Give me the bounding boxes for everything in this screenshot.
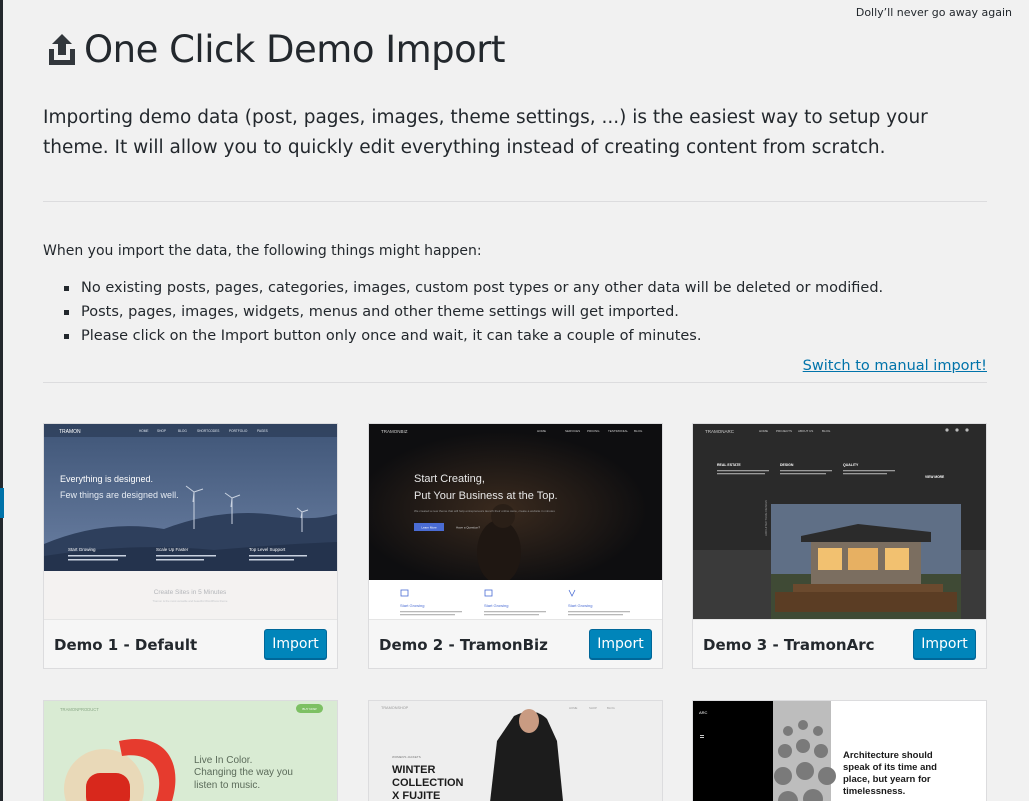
svg-text:REAL ESTATE: REAL ESTATE (717, 463, 741, 467)
demo-preview-6[interactable]: ARC Architecture should speak of its tim… (693, 701, 986, 801)
page-title-row: One Click Demo Import (48, 28, 506, 71)
svg-text:BLOG: BLOG (178, 429, 187, 433)
svg-text:HOME: HOME (759, 429, 768, 433)
svg-text:PAGES: PAGES (257, 429, 268, 433)
svg-text:Few things are designed well.: Few things are designed well. (60, 490, 179, 500)
svg-text:X FUJITE: X FUJITE (392, 790, 440, 801)
svg-text:Start Growing: Start Growing (68, 547, 96, 552)
demo-card-footer: Demo 2 - TramonBiz Import (369, 619, 662, 668)
hello-dolly-text: Dolly’ll never go away again (855, 6, 1012, 19)
list-item: Please click on the Import button only o… (64, 324, 883, 348)
demo-card-2: TRAMONBIZ HOME SERVICES PRICING TESTIMON… (368, 423, 663, 669)
demo-preview-1[interactable]: TRAMON HOME SHOP BLOG SHORTCODES PORTFOL… (44, 424, 337, 619)
svg-text:SERVICES: SERVICES (565, 429, 580, 433)
warning-list: No existing posts, pages, categories, im… (64, 276, 883, 348)
demo-preview-5[interactable]: TRAMONSHOP HOME SHOP BLOG WOMEN'S JACKET… (369, 701, 662, 801)
svg-text:TRAMONBIZ: TRAMONBIZ (381, 429, 408, 434)
page-title: One Click Demo Import (84, 28, 506, 71)
demo-preview-3[interactable]: TRAMONARC HOME PROJECTS ABOUT US BLOG RE… (693, 424, 986, 619)
svg-text:Start Creating,: Start Creating, (414, 473, 485, 485)
demo-card-footer: Demo 3 - TramonArc Import (693, 619, 986, 668)
svg-text:BLOG: BLOG (607, 706, 615, 710)
demo-card-footer: Demo 1 - Default Import (44, 619, 337, 668)
svg-text:Start Growing: Start Growing (568, 603, 592, 608)
svg-text:Live In Color.: Live In Color. (194, 755, 252, 766)
svg-text:Everything is designed.: Everything is designed. (60, 474, 153, 484)
svg-text:Top Level Support: Top Level Support (249, 547, 286, 552)
svg-text:TRAMONSHOP: TRAMONSHOP (381, 706, 409, 710)
svg-text:Start Growing: Start Growing (400, 603, 424, 608)
svg-text:HOME: HOME (139, 429, 149, 433)
demo-preview-2[interactable]: TRAMONBIZ HOME SERVICES PRICING TESTIMON… (369, 424, 662, 619)
svg-text:BUY NOW: BUY NOW (302, 707, 316, 711)
svg-text:BLOG: BLOG (822, 429, 831, 433)
svg-text:Scale Up Faster: Scale Up Faster (156, 547, 189, 552)
import-button[interactable]: Import (913, 629, 976, 659)
demo-name: Demo 3 - TramonArc (703, 636, 875, 654)
demo-card-3: TRAMONARC HOME PROJECTS ABOUT US BLOG RE… (692, 423, 987, 669)
upload-icon (49, 33, 75, 65)
demo-1-logo: TRAMON (59, 429, 81, 435)
svg-text:TRAMONARC: TRAMONARC (705, 429, 735, 434)
svg-text:PRICING: PRICING (587, 429, 600, 433)
svg-text:Learn More: Learn More (421, 526, 437, 530)
svg-text:Have a Question?: Have a Question? (456, 526, 480, 530)
svg-text:ARCHITECTURE DESIGN: ARCHITECTURE DESIGN (764, 500, 768, 536)
svg-text:Put Your Business at the Top.: Put Your Business at the Top. (414, 490, 558, 502)
svg-text:DESIGN: DESIGN (780, 463, 794, 467)
svg-text:SHORTCODES: SHORTCODES (197, 429, 219, 433)
admin-sidebar-collapse-tab[interactable] (0, 488, 4, 518)
svg-text:COLLECTION: COLLECTION (392, 777, 464, 789)
demo-card-4: TRAMONPRODUCT BUY NOW Live In Color. Cha… (43, 700, 338, 801)
svg-text:PORTFOLIO: PORTFOLIO (229, 429, 248, 433)
warning-lead: When you import the data, the following … (43, 243, 482, 259)
svg-text:TESTIMONIAL: TESTIMONIAL (608, 429, 628, 433)
svg-text:SHOP: SHOP (157, 429, 166, 433)
svg-text:BLOG: BLOG (634, 429, 643, 433)
intro-text: Importing demo data (post, pages, images… (43, 107, 928, 158)
svg-text:WINTER: WINTER (392, 764, 435, 776)
list-item: No existing posts, pages, categories, im… (64, 276, 883, 300)
demo-card-5: TRAMONSHOP HOME SHOP BLOG WOMEN'S JACKET… (368, 700, 663, 801)
svg-text:WOMEN'S JACKETS: WOMEN'S JACKETS (392, 755, 421, 759)
svg-text:SHOP: SHOP (589, 706, 597, 710)
switch-manual-import-link[interactable]: Switch to manual import! (803, 358, 987, 374)
divider (43, 201, 987, 202)
svg-text:Create Sites in 5 Minutes: Create Sites in 5 Minutes (154, 589, 227, 596)
svg-text:Start Growing: Start Growing (484, 603, 508, 608)
demo-card-1: TRAMON HOME SHOP BLOG SHORTCODES PORTFOL… (43, 423, 338, 669)
svg-text:TRAMONPRODUCT: TRAMONPRODUCT (60, 707, 99, 712)
admin-sidebar-edge (0, 0, 3, 801)
svg-text:We created a new theme that wi: We created a new theme that will help en… (414, 509, 555, 513)
svg-text:PROJECTS: PROJECTS (776, 429, 792, 433)
list-item: Posts, pages, images, widgets, menus and… (64, 300, 883, 324)
divider (43, 382, 987, 383)
svg-text:HOME: HOME (537, 429, 546, 433)
import-button[interactable]: Import (589, 629, 652, 659)
svg-text:HOME: HOME (569, 706, 578, 710)
demo-card-6: ARC Architecture should speak of its tim… (692, 700, 987, 801)
svg-text:VIEW MORE: VIEW MORE (925, 475, 945, 479)
svg-text:ARC: ARC (699, 710, 708, 715)
svg-text:Tramon is the most versatile a: Tramon is the most versatile and beautif… (153, 599, 228, 603)
import-button[interactable]: Import (264, 629, 327, 659)
svg-text:QUALITY: QUALITY (843, 463, 859, 467)
demo-name: Demo 1 - Default (54, 636, 198, 654)
svg-text:ABOUT US: ABOUT US (798, 429, 813, 433)
demo-preview-4[interactable]: TRAMONPRODUCT BUY NOW Live In Color. Cha… (44, 701, 337, 801)
demo-name: Demo 2 - TramonBiz (379, 636, 548, 654)
